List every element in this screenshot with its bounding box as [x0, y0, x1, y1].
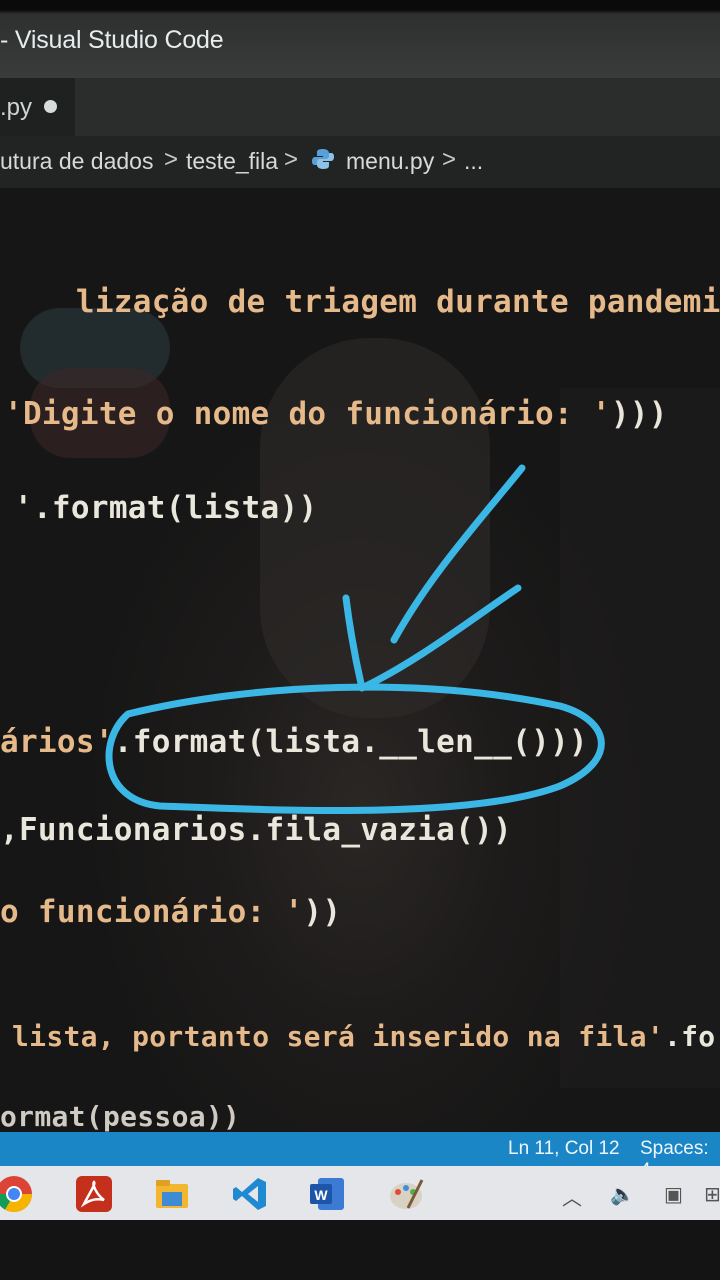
breadcrumb-separator: > — [442, 146, 457, 173]
breadcrumb-file[interactable]: menu.py — [346, 148, 434, 175]
tab-label: .py — [0, 94, 33, 121]
code-text: ormat(pessoa)) — [0, 1100, 241, 1132]
code-line: '.format(lista)) — [14, 490, 317, 526]
chrome-icon[interactable] — [0, 1174, 34, 1214]
unsaved-dot-icon[interactable] — [44, 100, 57, 113]
code-line: o funcionário: ')) — [0, 894, 341, 930]
word-icon[interactable]: W — [308, 1174, 348, 1214]
svg-text:W: W — [314, 1187, 328, 1203]
acrobat-icon[interactable] — [74, 1174, 114, 1214]
code-string: lização de triagem durante pandemia.' — [75, 284, 720, 320]
tab-bar: .py — [0, 78, 720, 136]
screen-reflection — [260, 338, 490, 718]
code-text: )) — [303, 894, 342, 930]
code-line: lização de triagem durante pandemia.' — [0, 248, 720, 356]
code-line: lista, portanto será inserido na fila'.f… — [12, 1020, 715, 1053]
network-icon[interactable]: ⊞ — [704, 1182, 720, 1206]
code-string: o funcionário: ' — [0, 894, 304, 930]
volume-icon[interactable]: 🔈 — [610, 1182, 635, 1206]
code-string: ários' — [0, 724, 114, 760]
paint-icon[interactable] — [386, 1174, 426, 1214]
taskbar: W ︿ 🔈 ▣ ⊞ — [0, 1166, 720, 1220]
code-line: ários'.format(lista.__len__())) — [0, 724, 588, 760]
monitor-bezel — [0, 1220, 720, 1280]
title-bar: - Visual Studio Code — [0, 0, 720, 78]
code-line: ormat(pessoa)) — [0, 1100, 240, 1132]
code-line: ,Funcionarios.fila_vazia()) — [0, 812, 512, 848]
code-text: ,Funcionarios.fila_vazia()) — [0, 812, 513, 848]
code-text: .fo — [663, 1020, 716, 1053]
window-title: - Visual Studio Code — [0, 26, 224, 54]
tab-menu-py[interactable]: .py — [0, 78, 75, 136]
code-string: lista, portanto será inserido na fila' — [12, 1020, 664, 1053]
code-text: .format(lista.__len__())) — [113, 724, 588, 760]
code-editor[interactable]: lização de triagem durante pandemia.' 'D… — [0, 188, 720, 1132]
breadcrumb-separator: > — [164, 146, 179, 173]
breadcrumb-folder[interactable]: utura de dados — [0, 148, 153, 175]
python-file-icon — [312, 149, 334, 169]
file-explorer-icon[interactable] — [152, 1174, 192, 1214]
code-string: 'Digite o nome do funcionário: ' — [4, 396, 611, 432]
vscode-icon[interactable] — [230, 1174, 270, 1214]
status-bar: Ln 11, Col 12 Spaces: 4 — [0, 1132, 720, 1181]
chevron-up-icon[interactable]: ︿ — [562, 1182, 582, 1211]
breadcrumb: utura de dados > teste_fila > menu.py > … — [0, 136, 720, 188]
breadcrumb-separator: > — [284, 146, 299, 173]
camera-icon[interactable]: ▣ — [664, 1182, 683, 1206]
code-text: '.format(lista)) — [14, 490, 318, 526]
code-line: 'Digite o nome do funcionário: '))) — [4, 396, 668, 432]
breadcrumb-subfolder[interactable]: teste_fila — [186, 148, 278, 175]
code-text: ))) — [610, 396, 668, 432]
cursor-position[interactable]: Ln 11, Col 12 — [508, 1138, 620, 1160]
breadcrumb-more[interactable]: ... — [464, 148, 483, 175]
